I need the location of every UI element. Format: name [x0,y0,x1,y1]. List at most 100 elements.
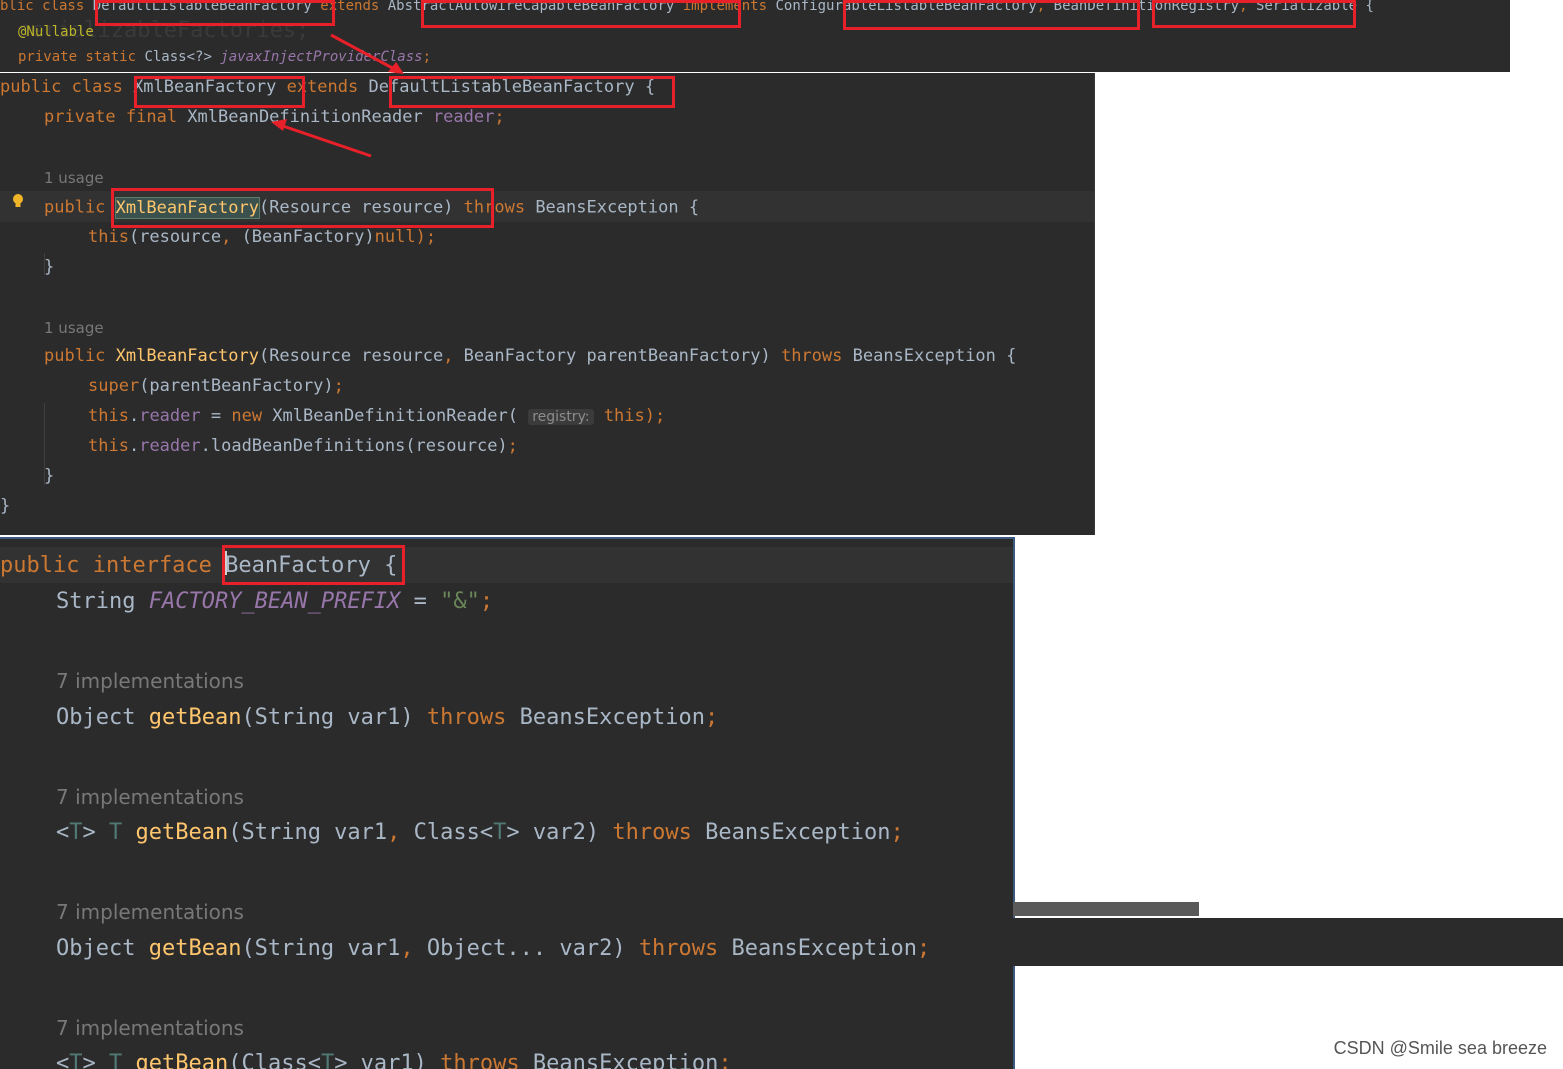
highlight-box [421,0,741,28]
code-punct: ; [916,936,931,961]
method-name[interactable]: getBean [149,705,242,730]
code-keyword: public interface [0,553,226,579]
code-punct: , [221,227,232,247]
code-punct: ; [494,107,505,127]
code-line-field: private final XmlBeanDefinitionReader re… [44,107,505,127]
lightbulb-icon[interactable] [12,194,24,208]
code-punct: ; [890,820,904,845]
implementations-hint[interactable]: 7 implementations [56,900,244,924]
field-name[interactable]: reader [139,436,200,456]
editor-panel-bean-factory: public interface BeanFactory { String FA… [0,537,1015,1069]
code-keyword: super [88,376,140,396]
code-keyword: public [44,197,116,218]
code-punct: = [400,589,441,614]
code-punct: . [128,406,140,426]
exception-type: BeansException [506,705,706,730]
code-punct: ); [644,406,666,426]
type-name[interactable]: XmlBeanDefinitionReader( [262,406,518,426]
code-keyword: null [374,227,416,247]
code-keyword: throws [440,1051,520,1069]
code-line-method: Object getBean(String var1, Object... va… [56,936,930,961]
highlight-box [95,0,335,26]
args: (resource [128,227,222,247]
params: (Class< [228,1051,321,1069]
method-call[interactable]: .loadBeanDefinitions(resource) [201,436,508,456]
code-punct: , [387,820,401,845]
constant-name[interactable]: FACTORY_BEAN_PREFIX [149,589,401,614]
type-param: T [69,1051,83,1069]
exception-type: BeansException [691,820,891,845]
code-keyword: this [88,406,129,426]
highlight-box [134,76,305,108]
field-name[interactable]: javaxInjectProviderClass [220,49,422,65]
method-name[interactable]: getBean [136,1051,229,1069]
code-keyword: new [231,406,263,426]
highlight-box [843,0,1140,30]
exception-type: BeansException [519,1051,719,1069]
highlight-box [222,545,405,585]
code-punct: > [82,820,109,845]
code-keyword: this [88,436,129,456]
code-punct: ; [479,589,494,614]
code-keyword: throws [638,936,719,961]
code-brace: } [44,257,55,277]
type-param: T [493,820,507,845]
code-line-constructor: public XmlBeanFactory(Resource resource,… [44,346,1016,366]
code-line-reader-assign: this.reader = new XmlBeanDefinitionReade… [88,406,665,426]
field-name[interactable]: reader [139,406,200,426]
code-keyword: this [603,406,645,426]
code-brace: } [44,466,55,486]
horizontal-scrollbar[interactable] [1013,902,1199,916]
annotation: @Nullable [18,24,94,40]
code-punct: , [443,346,454,366]
code-line-constant: String FACTORY_BEAN_PREFIX = "&"; [56,589,493,614]
code-line-field: private static Class<?> javaxInjectProvi… [18,49,431,65]
field-name[interactable]: reader [433,107,494,127]
highlight-box [1152,0,1356,28]
code-punct: . [128,436,140,456]
type-name: String [56,589,149,614]
code-keyword: throws [612,820,692,845]
code-punct: ; [333,376,344,396]
editor-panel-xml-bean-factory: public class XmlBeanFactory extends Defa… [0,73,1095,535]
code-punct: > [82,1051,109,1069]
code-line-this-call: this(resource, (BeanFactory)null); [88,227,436,247]
code-keyword: this [88,227,129,247]
code-keyword: blic class [0,0,93,14]
code-punct: , [400,936,414,961]
params: (String var1 [241,936,401,961]
implementations-hint[interactable]: 7 implementations [56,669,244,693]
code-keyword: throws [426,705,507,730]
code-line-super: super(parentBeanFactory); [88,376,344,396]
type-name[interactable]: XmlBeanDefinitionReader [187,107,433,127]
editor-background-strip [1013,918,1563,966]
type-param: T [320,1051,335,1069]
return-type: T [109,1051,123,1069]
code-line-method: <T> T getBean(Class<T> var1) throws Bean… [56,1051,732,1069]
type-name: Class<?> [144,49,221,65]
code-punct: = [200,406,232,426]
code-line-method: <T> T getBean(String var1, Class<T> var2… [56,820,904,845]
params: > var1) [334,1051,441,1069]
implementations-hint[interactable]: 7 implementations [56,1016,244,1040]
code-punct: < [56,820,70,845]
code-punct: ; [422,49,432,65]
args: (parentBeanFactory) [139,376,334,396]
usage-hint[interactable]: 1 usage [44,169,104,187]
method-name[interactable]: getBean [149,936,242,961]
params: (String var1 [228,820,388,845]
implementations-hint[interactable]: 7 implementations [56,785,244,809]
usage-hint[interactable]: 1 usage [44,319,104,337]
code-punct: < [56,1051,70,1069]
code-punct: ; [705,705,719,730]
exception-type: BeansException { [842,346,1017,366]
code-line-method: Object getBean(String var1) throws Beans… [56,705,718,730]
params: Object... var2) [413,936,639,961]
params: BeanFactory parentBeanFactory) [453,346,781,366]
method-name[interactable]: getBean [136,820,229,845]
code-keyword: private final [44,107,188,127]
constructor-name[interactable]: XmlBeanFactory [116,346,259,366]
watermark: CSDN @Smile sea breeze [1333,1038,1547,1058]
code-brace: } [0,496,11,516]
